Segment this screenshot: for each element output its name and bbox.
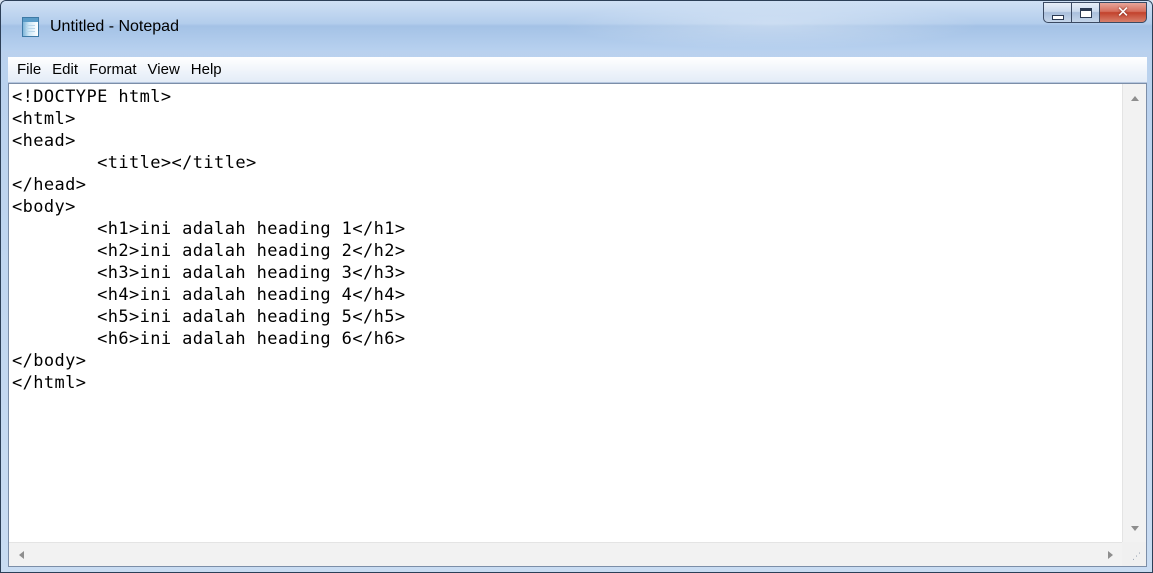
size-grip-icon: ⋰	[1132, 552, 1141, 562]
menu-help[interactable]: Help	[186, 59, 227, 81]
minimize-button[interactable]	[1043, 2, 1071, 23]
code-line: </body>	[12, 351, 87, 371]
scroll-down-icon[interactable]	[1131, 526, 1139, 531]
size-grip[interactable]: ⋰	[1122, 542, 1146, 566]
scroll-up-icon[interactable]	[1131, 96, 1139, 101]
notepad-icon[interactable]	[22, 17, 39, 37]
close-icon: ✕	[1116, 3, 1130, 21]
code-line: </html>	[12, 373, 87, 393]
code-line: <head>	[12, 131, 76, 151]
code-line: <title></title>	[12, 153, 257, 173]
code-line: <h3>ini adalah heading 3</h3>	[12, 263, 406, 283]
caption-buttons: ✕	[1043, 2, 1147, 23]
maximize-icon	[1079, 7, 1092, 18]
menu-format[interactable]: Format	[84, 59, 142, 81]
menu-bar: File Edit Format View Help	[8, 57, 1147, 83]
code-line: </head>	[12, 175, 87, 195]
code-line: <h1>ini adalah heading 1</h1>	[12, 219, 406, 239]
scroll-right-icon[interactable]	[1108, 551, 1113, 559]
menu-edit[interactable]: Edit	[47, 59, 83, 81]
code-line: <!DOCTYPE html>	[12, 87, 172, 107]
editor-area: <!DOCTYPE html> <html> <head> <title></t…	[8, 83, 1147, 567]
text-editor[interactable]: <!DOCTYPE html> <html> <head> <title></t…	[9, 84, 1123, 543]
code-line: <h6>ini adalah heading 6</h6>	[12, 329, 406, 349]
window-title: Untitled - Notepad	[50, 18, 179, 35]
notepad-window: Untitled - Notepad ✕ File Edit Format Vi…	[0, 0, 1153, 573]
code-line: <html>	[12, 109, 76, 129]
code-line: <h4>ini adalah heading 4</h4>	[12, 285, 406, 305]
code-line: <body>	[12, 197, 76, 217]
vertical-scrollbar[interactable]	[1122, 84, 1146, 543]
close-button[interactable]: ✕	[1099, 2, 1147, 23]
menu-file[interactable]: File	[12, 59, 46, 81]
code-line: <h5>ini adalah heading 5</h5>	[12, 307, 406, 327]
title-bar[interactable]: Untitled - Notepad ✕	[1, 1, 1152, 51]
maximize-button[interactable]	[1071, 2, 1099, 23]
menu-view[interactable]: View	[143, 59, 185, 81]
scroll-left-icon[interactable]	[19, 551, 24, 559]
code-line: <h2>ini adalah heading 2</h2>	[12, 241, 406, 261]
horizontal-scrollbar[interactable]	[9, 542, 1123, 566]
minimize-icon	[1051, 14, 1064, 20]
